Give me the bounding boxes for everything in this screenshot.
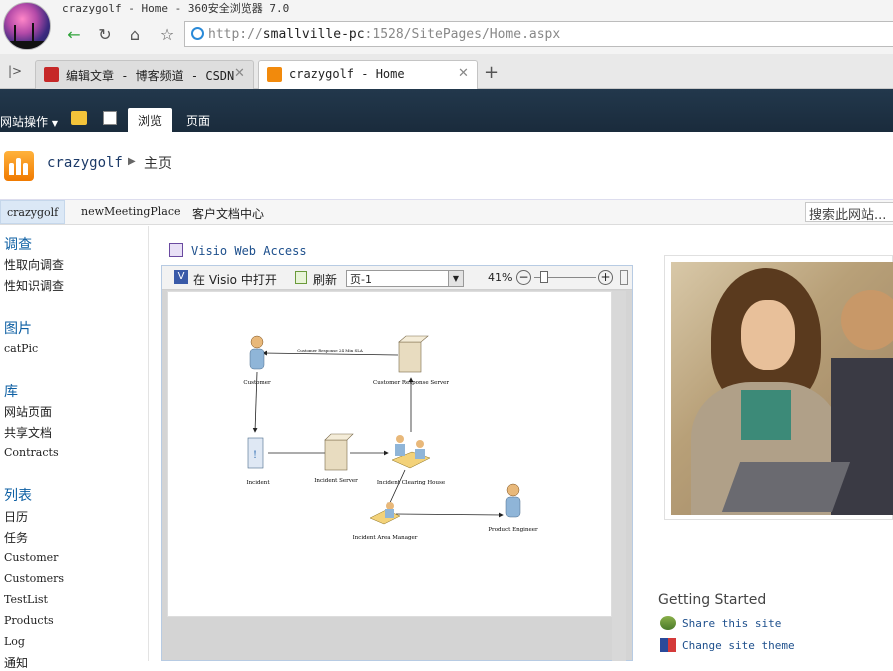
refresh-button[interactable]: 刷新 (313, 271, 337, 288)
diagram-node-label: Customer (243, 380, 271, 386)
quicklaunch-heading-libraries[interactable]: 库 (4, 381, 18, 401)
home-icon[interactable]: ⌂ (124, 24, 146, 46)
csdn-icon (44, 67, 59, 82)
edge-line (262, 350, 399, 356)
site-image (664, 255, 893, 520)
quicklaunch-item[interactable]: Log (4, 635, 25, 648)
site-actions-menu[interactable]: 网站操作 ▼ (0, 113, 58, 130)
incident-document-icon: ! (247, 437, 264, 469)
page-title: 主页 (144, 156, 172, 172)
sidebar-toggle-icon[interactable]: |> (8, 64, 22, 78)
diagram-node-label: Product Engineer (488, 527, 538, 533)
manager-desk-icon (369, 502, 401, 525)
server-icon (398, 335, 429, 373)
tab-browse[interactable]: 浏览 (128, 108, 173, 132)
edge-line (395, 512, 504, 518)
quicklaunch-item[interactable]: Contracts (4, 446, 59, 459)
globe-icon (191, 27, 204, 40)
webpart-title[interactable]: Visio Web Access (191, 244, 307, 258)
quicklaunch-item[interactable]: Products (4, 614, 54, 627)
chevron-down-icon: ▼ (448, 271, 463, 286)
open-in-visio-button[interactable]: 在 Visio 中打开 (193, 271, 277, 288)
topnav-customer-docs[interactable]: 客户文档中心 (186, 200, 270, 224)
quicklaunch-item[interactable]: TestList (4, 593, 48, 606)
top-navigation: crazygolf newMeetingPlace 客户文档中心 (0, 200, 893, 225)
edit-page-icon[interactable] (103, 111, 117, 125)
zoom-out-icon[interactable]: − (516, 270, 531, 285)
quicklaunch-heading-surveys[interactable]: 调查 (4, 234, 32, 254)
visio-diagram-canvas[interactable]: Customer Response 24 Min SLA Customer Cu… (167, 291, 612, 617)
svg-text:!: ! (253, 450, 257, 461)
tab-page[interactable]: 页面 (176, 108, 220, 132)
sharepoint-ribbon: 网站操作 ▼ 浏览 页面 (0, 89, 893, 132)
share-site-link[interactable]: Share this site (682, 617, 781, 630)
quicklaunch-item[interactable]: Customers (4, 572, 64, 585)
window-title: crazygolf - Home - 360安全浏览器 7.0 (62, 2, 290, 15)
clearing-house-icon (391, 435, 431, 469)
zoom-slider-handle[interactable] (540, 271, 548, 283)
quicklaunch-item[interactable]: 性取向调查 (4, 256, 64, 273)
address-url[interactable]: http://smallville-pc:1528/SitePages/Home… (208, 27, 560, 42)
diagram-svg: Customer Response 24 Min SLA Customer Cu… (243, 335, 538, 541)
topnav-newmeetingplace[interactable]: newMeetingPlace (75, 200, 187, 224)
breadcrumb-arrow-icon: ▶ (128, 156, 136, 167)
visio-open-icon: V (174, 270, 188, 284)
theme-icon (660, 638, 676, 652)
back-arrow-icon[interactable]: ← (63, 24, 85, 46)
people-photo (671, 262, 893, 515)
close-icon[interactable]: ✕ (234, 66, 245, 81)
share-icon (660, 616, 676, 630)
new-tab-plus-icon[interactable]: + (484, 62, 499, 83)
customer-person-icon (249, 335, 265, 370)
zoom-level: 41% (488, 271, 513, 284)
tab-bar: |> 编辑文章 - 博客频道 - CSDN ✕ crazygolf - Home… (0, 54, 893, 89)
quicklaunch-heading-pictures[interactable]: 图片 (4, 318, 32, 338)
quicklaunch-item[interactable]: Customer (4, 551, 58, 564)
address-bar[interactable]: http://smallville-pc:1528/SitePages/Home… (184, 21, 893, 47)
site-name-link[interactable]: crazygolf (47, 155, 123, 171)
diagram-node-label: Incident Area Manager (353, 535, 418, 541)
page-select[interactable]: 页-1 ▼ (346, 270, 464, 287)
visio-scrollbar[interactable] (612, 291, 626, 661)
site-search-input[interactable]: 搜索此网站... (805, 202, 893, 223)
close-icon[interactable]: ✕ (458, 66, 469, 81)
fit-page-icon[interactable] (620, 270, 628, 285)
quicklaunch-item[interactable]: 性知识调查 (4, 277, 64, 294)
user-avatar[interactable] (3, 2, 51, 50)
refresh-icon (295, 271, 307, 284)
engineer-person-icon (505, 483, 521, 518)
quicklaunch-item[interactable]: 共享文档 (4, 424, 52, 441)
navigate-up-icon[interactable] (71, 111, 87, 125)
change-theme-link[interactable]: Change site theme (682, 639, 795, 652)
edge-label: Customer Response 24 Min SLA (297, 348, 363, 353)
favorite-star-icon[interactable]: ☆ (156, 24, 178, 46)
server-icon (324, 433, 354, 471)
diagram-node-label: Customer Response Server (373, 380, 449, 386)
quicklaunch-item[interactable]: 日历 (4, 508, 28, 525)
diagram-node-label: Incident (246, 480, 270, 486)
sharepoint-icon (267, 67, 282, 82)
reload-icon[interactable]: ↻ (94, 24, 116, 46)
quicklaunch-item[interactable]: catPic (4, 342, 38, 355)
quicklaunch-item[interactable]: 通知 (4, 654, 28, 671)
zoom-in-icon[interactable]: + (598, 270, 613, 285)
browser-tab-crazygolf[interactable]: crazygolf - Home ✕ (258, 60, 478, 89)
getting-started-title: Getting Started (658, 592, 767, 608)
quicklaunch-heading-lists[interactable]: 列表 (4, 485, 32, 505)
visio-icon (169, 243, 183, 257)
quick-launch: 调查 性取向调查 性知识调查 图片 catPic 库 网站页面 共享文档 Con… (0, 226, 149, 670)
quicklaunch-item[interactable]: 网站页面 (4, 403, 52, 420)
quicklaunch-item[interactable]: 任务 (4, 529, 28, 546)
diagram-node-label: Incident Clearing House (377, 480, 445, 486)
topnav-crazygolf[interactable]: crazygolf (0, 200, 66, 224)
edge-line (387, 469, 406, 508)
diagram-node-label: Incident Server (314, 478, 358, 484)
browser-tab-csdn[interactable]: 编辑文章 - 博客频道 - CSDN ✕ (35, 60, 254, 89)
window-titlebar: crazygolf - Home - 360安全浏览器 7.0 (0, 0, 893, 18)
site-logo-icon[interactable] (4, 151, 34, 181)
